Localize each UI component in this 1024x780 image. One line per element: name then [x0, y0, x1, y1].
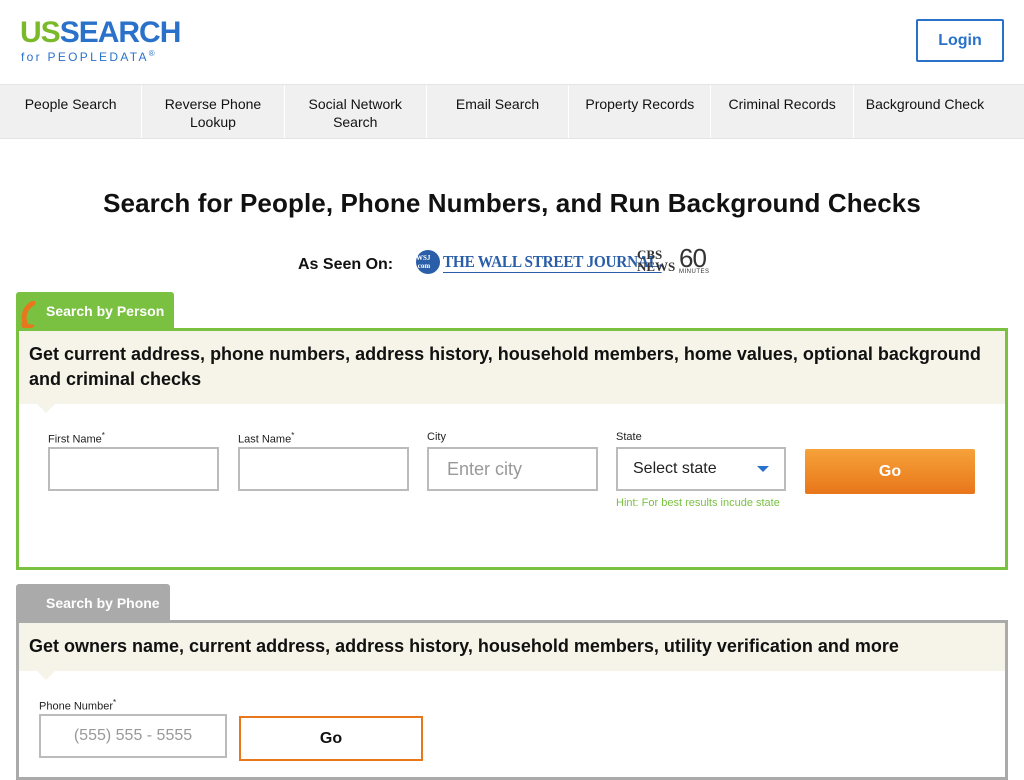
state-hint: Hint: For best results incude state: [616, 497, 780, 509]
page-title: Search for People, Phone Numbers, and Ru…: [103, 188, 921, 218]
state-select-value: Select state: [633, 460, 717, 477]
state-label: State: [616, 431, 642, 443]
phone-number-label: Phone Number: [39, 700, 113, 713]
last-name-input[interactable]: [238, 447, 409, 491]
state-group: State Select state Hint: For best result…: [616, 431, 786, 511]
site-header: USSEARCH for PEOPLEDATA® Login: [0, 0, 1024, 84]
first-name-group: First Name*: [48, 431, 219, 491]
as-seen-on-label: As Seen On:: [298, 256, 394, 273]
cbs-60-minutes-logo: CBS NEWS 60 MINUTES: [637, 243, 710, 275]
nav-item-social-network-search[interactable]: Social Network Search: [285, 85, 427, 138]
wsj-wordmark: THE WALL STREET JOURNAL.: [443, 251, 663, 273]
nav-item-property-records[interactable]: Property Records: [569, 85, 712, 138]
nav-item-criminal-records[interactable]: Criminal Records: [711, 85, 854, 138]
city-group: City Enter city: [427, 431, 598, 491]
tab-label: Search by Person: [46, 303, 165, 319]
person-search-panel: Get current address, phone numbers, addr…: [16, 328, 1008, 570]
logo-subtitle: for PEOPLEDATA®: [21, 49, 155, 64]
logo-search-text: SEARCH: [59, 16, 182, 49]
chevron-down-icon: [757, 466, 769, 472]
phone-number-group: Phone Number* (555) 555 - 5555: [39, 698, 227, 758]
ussearch-logo[interactable]: USSEARCH for PEOPLEDATA®: [20, 16, 182, 65]
main-nav: People Search Reverse Phone Lookup Socia…: [0, 84, 1024, 139]
cbs-news-wordmark: CBS NEWS: [637, 247, 676, 274]
tab-search-by-person[interactable]: Search by Person: [16, 292, 174, 335]
nav-item-email-search[interactable]: Email Search: [427, 85, 570, 138]
login-button[interactable]: Login: [916, 19, 1004, 62]
nav-item-reverse-phone-lookup[interactable]: Reverse Phone Lookup: [142, 85, 285, 138]
state-select[interactable]: Select state: [616, 447, 786, 491]
last-name-group: Last Name*: [238, 431, 409, 491]
last-name-label: Last Name: [238, 433, 292, 446]
phone-search-panel: Get owners name, current address, addres…: [16, 620, 1008, 780]
phone-number-input[interactable]: (555) 555 - 5555: [39, 714, 227, 758]
person-go-button[interactable]: Go: [805, 449, 975, 494]
minutes-wordmark: MINUTES: [679, 269, 710, 275]
logo-us-text: US: [20, 16, 61, 49]
city-input[interactable]: Enter city: [427, 447, 598, 491]
first-name-label: First Name: [48, 433, 102, 446]
nav-item-people-search[interactable]: People Search: [0, 85, 143, 138]
city-label: City: [427, 431, 446, 443]
as-seen-on-bar: As Seen On: WSJ .com THE WALL STREET JOU…: [0, 243, 1024, 287]
person-search-description: Get current address, phone numbers, addr…: [19, 331, 1005, 413]
sixty-wordmark: 60: [679, 243, 707, 273]
nav-item-background-check[interactable]: Background Check: [854, 85, 996, 138]
tab-search-by-phone[interactable]: Search by Phone: [16, 584, 170, 622]
phone-go-button[interactable]: Go: [239, 716, 423, 761]
first-name-input[interactable]: [48, 447, 219, 491]
wsj-badge-icon: WSJ .com: [416, 250, 440, 274]
tab-label: Search by Phone: [46, 595, 160, 611]
phone-search-description: Get owners name, current address, addres…: [19, 623, 1005, 680]
